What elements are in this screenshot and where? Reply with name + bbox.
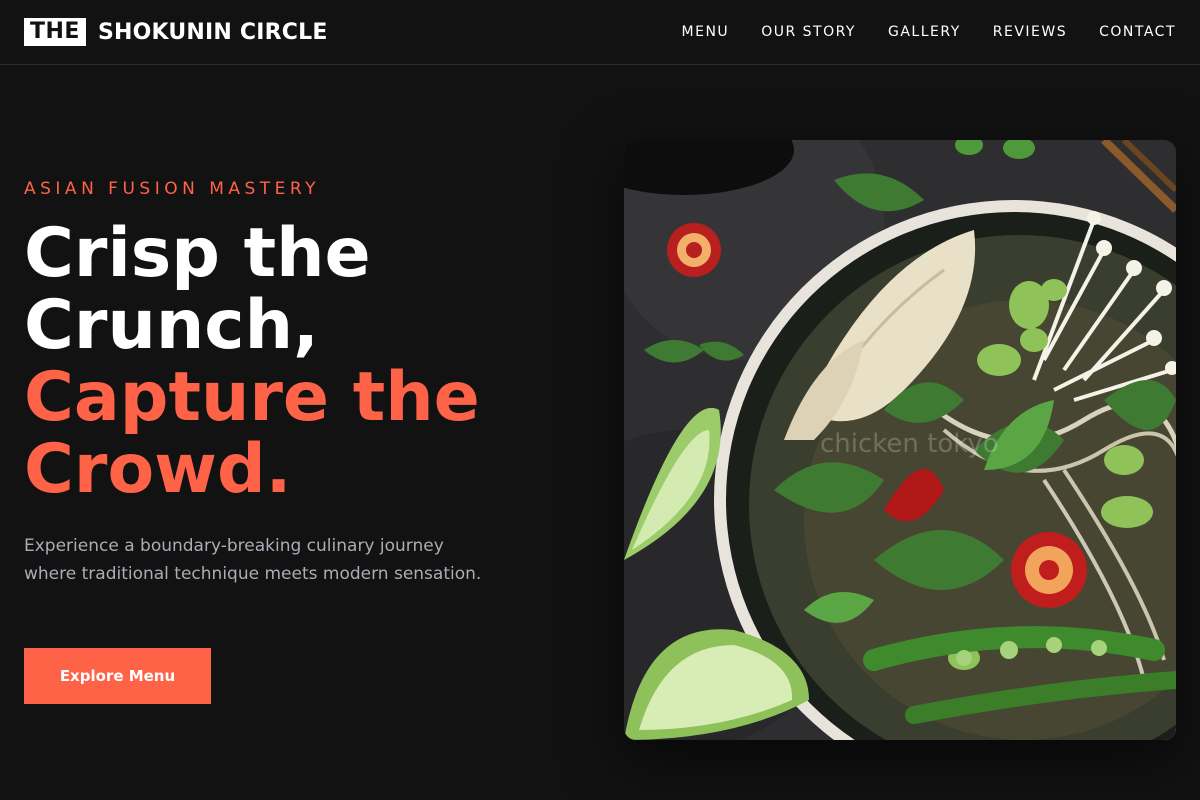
headline-line-1: Crisp the (24, 214, 371, 293)
logo[interactable]: THE SHOKUNIN CIRCLE (24, 18, 328, 46)
headline-line-2: Crunch, (24, 286, 319, 365)
main-nav: MENU OUR STORY GALLERY REVIEWS CONTACT (682, 24, 1176, 40)
nav-item-menu[interactable]: MENU (682, 24, 730, 40)
nav-item-reviews[interactable]: REVIEWS (993, 24, 1067, 40)
headline-line-3: Capture the (24, 358, 480, 437)
nav-item-our-story[interactable]: OUR STORY (761, 24, 856, 40)
hero-description: Experience a boundary-breaking culinary … (24, 536, 482, 584)
logo-mark: THE (24, 18, 86, 46)
site-header: THE SHOKUNIN CIRCLE MENU OUR STORY GALLE… (0, 0, 1200, 65)
headline-line-4: Crowd. (24, 430, 292, 509)
hero-eyebrow: ASIAN FUSION MASTERY (24, 179, 321, 199)
hero-headline: Crisp the Crunch, Capture the Crowd. (24, 218, 584, 506)
image-watermark: chicken tokyo (820, 429, 999, 459)
nav-item-contact[interactable]: CONTACT (1099, 24, 1176, 40)
hero-food-image: chicken tokyo (624, 140, 1176, 740)
explore-menu-button[interactable]: Explore Menu (24, 648, 211, 704)
noodle-bowl-illustration: chicken tokyo (624, 140, 1176, 740)
logo-text: SHOKUNIN CIRCLE (97, 19, 328, 45)
nav-item-gallery[interactable]: GALLERY (888, 24, 961, 40)
